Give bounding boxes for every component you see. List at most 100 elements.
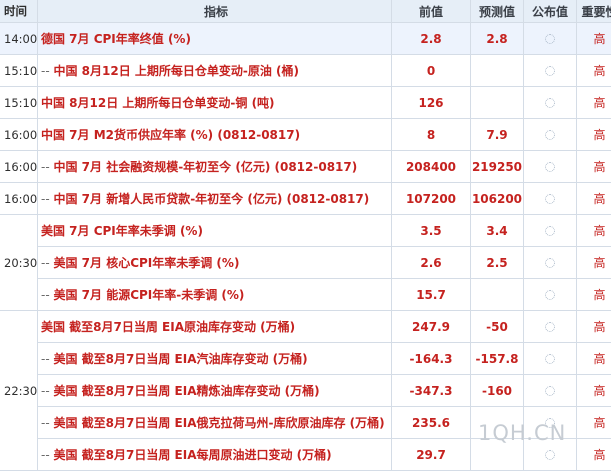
row-previous: 29.7	[391, 438, 471, 471]
row-forecast: -160	[470, 374, 524, 407]
header-indicator: 指标	[37, 0, 392, 23]
row-published	[523, 182, 577, 215]
row-previous: 3.5	[391, 214, 471, 247]
row-time: 22:30	[0, 310, 38, 471]
loading-spinner-icon	[545, 34, 555, 44]
row-indent-prefix: --	[41, 256, 54, 270]
table-row[interactable]: 16:00 -- 中国 7月 新增人民币贷款-年初至今 (亿元) (0812-08…	[0, 182, 611, 215]
row-previous: 2.6	[391, 246, 471, 279]
row-indent-prefix: --	[41, 352, 54, 366]
row-forecast: 219250	[470, 150, 524, 183]
loading-spinner-icon	[545, 226, 555, 236]
row-time: 15:10	[0, 54, 38, 87]
loading-spinner-icon	[545, 290, 555, 300]
row-previous: 247.9	[391, 310, 471, 343]
table-row[interactable]: 15:10 -- 中国 8月12日 上期所每日仓单变动-原油 (桶) 0 高	[0, 54, 611, 87]
row-indicator[interactable]: -- 美国 截至8月7日当周 EIA汽油库存变动 (万桶)	[37, 342, 392, 375]
row-forecast: 3.4	[470, 214, 524, 247]
row-indicator[interactable]: -- 中国 7月 社会融资规模-年初至今 (亿元) (0812-0817)	[37, 150, 392, 183]
row-forecast	[470, 54, 524, 87]
row-indicator[interactable]: -- 中国 8月12日 上期所每日仓单变动-原油 (桶)	[37, 54, 392, 87]
table-row[interactable]: -- 美国 7月 能源CPI年率-未季调 (%) 15.7 高	[0, 278, 611, 311]
row-indicator-name: 美国 截至8月7日当周 EIA俄克拉荷马州-库欣原油库存 (万桶)	[53, 416, 385, 430]
table-row[interactable]: -- 美国 截至8月7日当周 EIA精炼油库存变动 (万桶) -347.3 -160…	[0, 374, 611, 407]
row-previous: 0	[391, 54, 471, 87]
row-published	[523, 150, 577, 183]
row-indent-prefix: --	[41, 160, 54, 174]
row-indicator-name: 德国 7月 CPI年率终值 (%)	[41, 32, 191, 46]
row-forecast: 2.5	[470, 246, 524, 279]
header-previous: 前值	[391, 0, 471, 23]
row-indicator[interactable]: -- 美国 截至8月7日当周 EIA精炼油库存变动 (万桶)	[37, 374, 392, 407]
loading-spinner-icon	[545, 450, 555, 460]
row-indicator-name: 美国 截至8月7日当周 EIA汽油库存变动 (万桶)	[53, 352, 308, 366]
row-indicator[interactable]: 德国 7月 CPI年率终值 (%)	[37, 22, 392, 55]
row-published	[523, 342, 577, 375]
header-forecast: 预测值	[470, 0, 524, 23]
row-indicator[interactable]: -- 美国 截至8月7日当周 EIA每周原油进口变动 (万桶)	[37, 438, 392, 471]
header-time: 时间	[0, 0, 38, 23]
header-importance: 重要性	[576, 0, 611, 23]
table-row[interactable]: 15:10 中国 8月12日 上期所每日仓单变动-铜 (吨) 126 高	[0, 86, 611, 119]
row-importance: 高	[576, 86, 611, 119]
row-importance: 高	[576, 374, 611, 407]
row-indicator[interactable]: 美国 7月 CPI年率未季调 (%)	[37, 214, 392, 247]
table-row[interactable]: 22:30 美国 截至8月7日当周 EIA原油库存变动 (万桶) 247.9 -50 高	[0, 310, 611, 471]
row-previous: 8	[391, 118, 471, 151]
row-indicator-name: 美国 7月 核心CPI年率未季调 (%)	[53, 256, 240, 270]
row-published	[523, 246, 577, 279]
row-published	[523, 86, 577, 119]
row-indicator[interactable]: 中国 8月12日 上期所每日仓单变动-铜 (吨)	[37, 86, 392, 119]
economic-calendar-table: 时间 指标 前值 预测值 公布值 重要性 14:00德国 7月 CPI年率终值 …	[0, 0, 611, 471]
row-importance: 高	[576, 438, 611, 471]
table-row[interactable]: 14:00 德国 7月 CPI年率终值 (%) 2.8 2.8 高	[0, 22, 611, 55]
table-row[interactable]: 20:30 美国 7月 CPI年率未季调 (%) 3.5 3.4 高	[0, 214, 611, 311]
row-published	[523, 214, 577, 247]
row-indent-prefix: --	[41, 192, 54, 206]
table-row[interactable]: -- 美国 截至8月7日当周 EIA汽油库存变动 (万桶) -164.3 -157.…	[0, 342, 611, 375]
row-indent-prefix: --	[41, 384, 54, 398]
row-forecast: 7.9	[470, 118, 524, 151]
row-previous: 2.8	[391, 22, 471, 55]
row-indicator[interactable]: -- 中国 7月 新增人民币贷款-年初至今 (亿元) (0812-0817)	[37, 182, 392, 215]
table-row[interactable]: 16:00 中国 7月 M2货币供应年率 (%) (0812-0817) 8 7.9 高	[0, 118, 611, 151]
row-indicator-name: 美国 7月 CPI年率未季调 (%)	[41, 224, 203, 238]
table-row[interactable]: 16:00 -- 中国 7月 社会融资规模-年初至今 (亿元) (0812-081…	[0, 150, 611, 183]
table-header-row: 时间 指标 前值 预测值 公布值 重要性	[0, 0, 611, 23]
watermark: 1QH.CN	[478, 421, 567, 445]
row-forecast: -50	[470, 310, 524, 343]
loading-spinner-icon	[545, 66, 555, 76]
row-published	[523, 118, 577, 151]
row-previous: 208400	[391, 150, 471, 183]
row-importance: 高	[576, 22, 611, 55]
row-indicator[interactable]: 中国 7月 M2货币供应年率 (%) (0812-0817)	[37, 118, 392, 151]
row-importance: 高	[576, 214, 611, 247]
row-indent-prefix: --	[41, 416, 54, 430]
row-published	[523, 374, 577, 407]
row-importance: 高	[576, 54, 611, 87]
row-indicator[interactable]: 美国 截至8月7日当周 EIA原油库存变动 (万桶)	[37, 310, 392, 343]
row-published	[523, 310, 577, 343]
row-importance: 高	[576, 310, 611, 343]
loading-spinner-icon	[545, 258, 555, 268]
row-published	[523, 22, 577, 55]
row-importance: 高	[576, 342, 611, 375]
loading-spinner-icon	[545, 354, 555, 364]
row-indicator-name: 美国 7月 能源CPI年率-未季调 (%)	[53, 288, 245, 302]
table-row[interactable]: -- 美国 7月 核心CPI年率未季调 (%) 2.6 2.5 高	[0, 246, 611, 279]
row-importance: 高	[576, 118, 611, 151]
row-previous: 235.6	[391, 406, 471, 439]
row-forecast	[470, 278, 524, 311]
row-indicator-name: 美国 截至8月7日当周 EIA原油库存变动 (万桶)	[41, 320, 296, 334]
row-previous: 126	[391, 86, 471, 119]
row-forecast: -157.8	[470, 342, 524, 375]
row-indicator[interactable]: -- 美国 截至8月7日当周 EIA俄克拉荷马州-库欣原油库存 (万桶)	[37, 406, 392, 439]
row-previous: -347.3	[391, 374, 471, 407]
row-indicator[interactable]: -- 美国 7月 核心CPI年率未季调 (%)	[37, 246, 392, 279]
row-indicator[interactable]: -- 美国 7月 能源CPI年率-未季调 (%)	[37, 278, 392, 311]
loading-spinner-icon	[545, 98, 555, 108]
row-previous: -164.3	[391, 342, 471, 375]
row-forecast: 106200	[470, 182, 524, 215]
row-indent-prefix: --	[41, 448, 54, 462]
loading-spinner-icon	[545, 322, 555, 332]
